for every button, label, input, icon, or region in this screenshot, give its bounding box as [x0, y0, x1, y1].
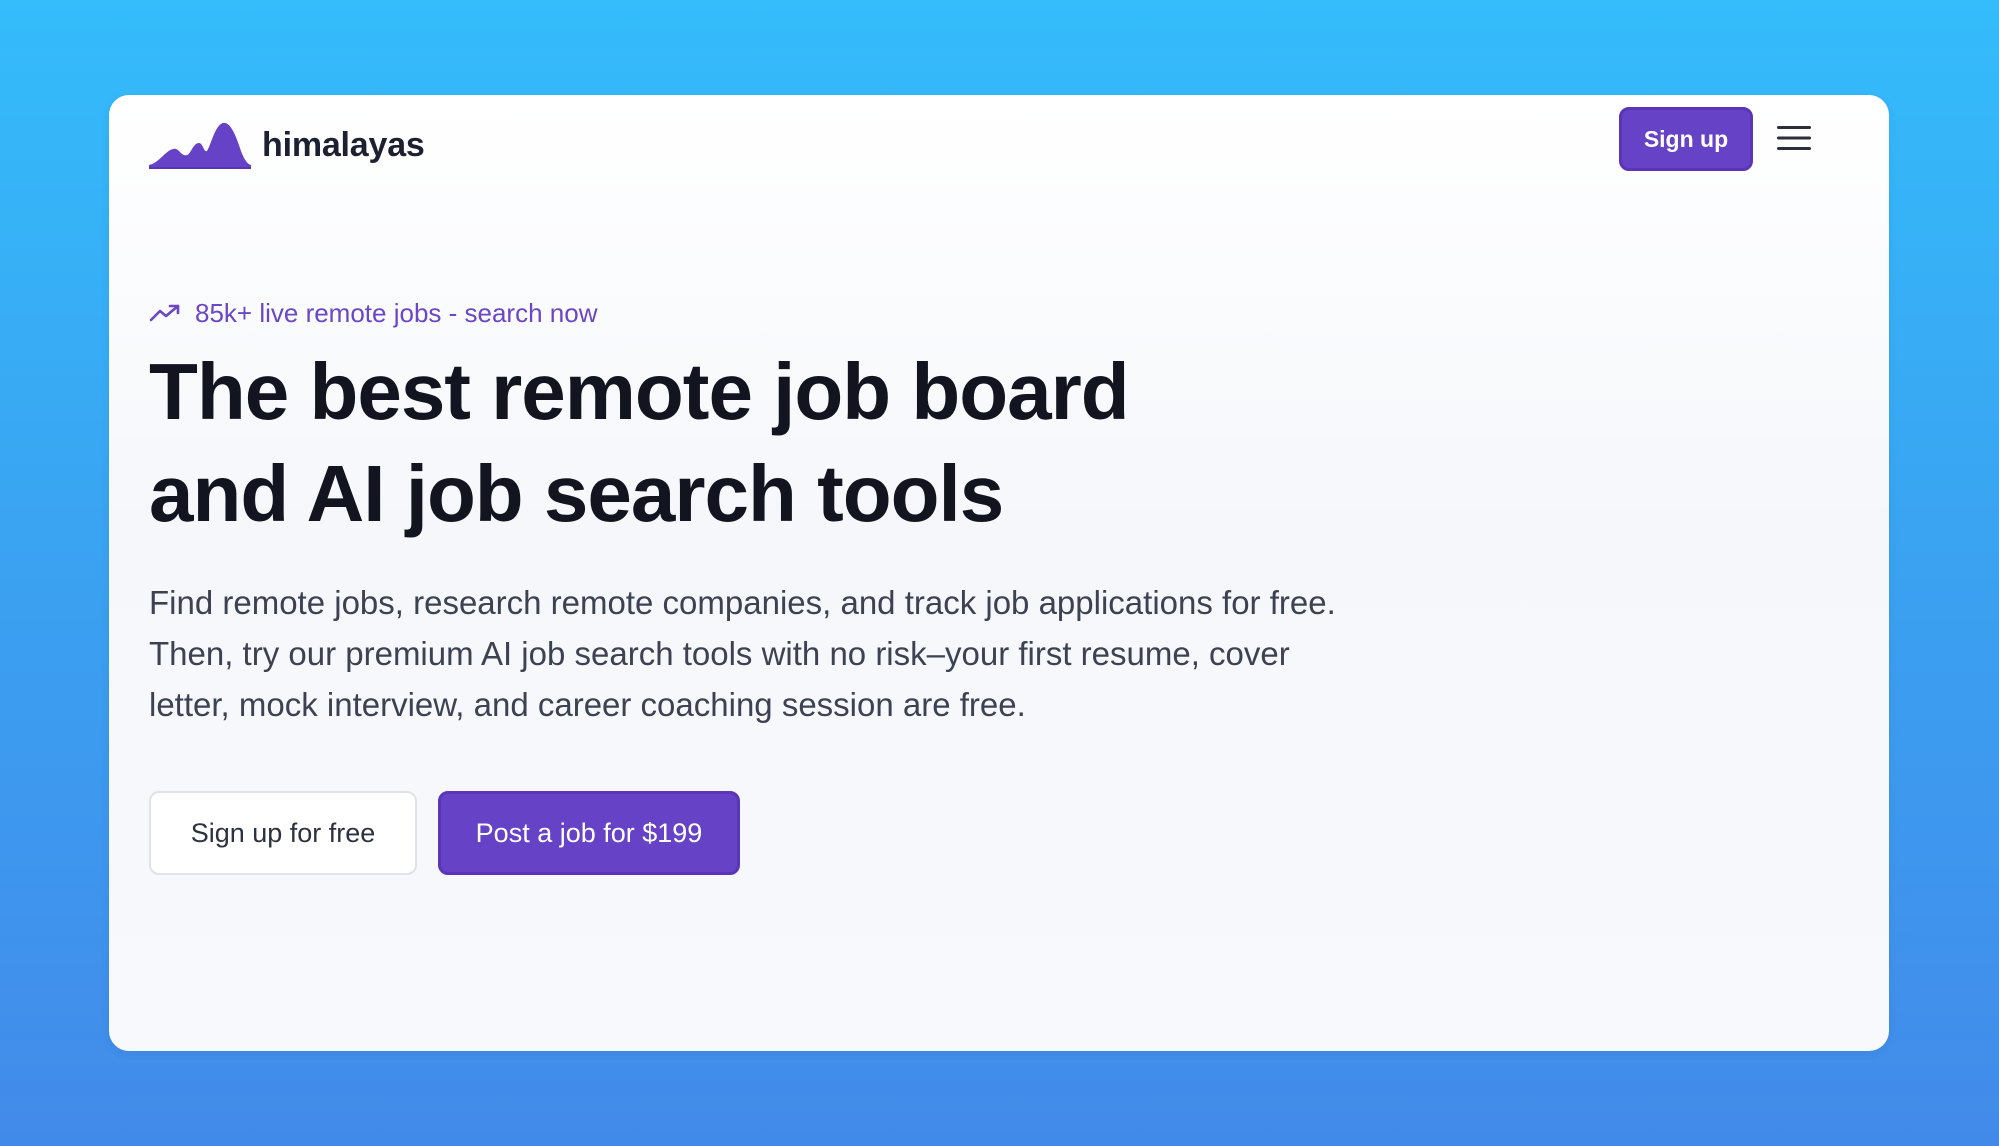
- brand-name: himalayas: [262, 125, 425, 164]
- description-line: Then, try our premium AI job search tool…: [149, 635, 1290, 672]
- cta-row: Sign up for free Post a job for $199: [149, 791, 740, 875]
- live-jobs-link[interactable]: 85k+ live remote jobs - search now: [149, 295, 1649, 331]
- headline-line: and AI job search tools: [149, 449, 1004, 538]
- mountain-logo-icon: [149, 122, 251, 169]
- brand-logo-link[interactable]: himalayas: [149, 115, 425, 175]
- menu-button[interactable]: [1775, 121, 1813, 155]
- hero-description: Find remote jobs, research remote compan…: [149, 577, 1549, 730]
- hero-section: 85k+ live remote jobs - search now The b…: [149, 295, 1649, 730]
- signup-free-button[interactable]: Sign up for free: [149, 791, 417, 875]
- live-jobs-text: 85k+ live remote jobs - search now: [195, 297, 598, 328]
- header-signup-button[interactable]: Sign up: [1619, 107, 1753, 171]
- post-job-button[interactable]: Post a job for $199: [438, 791, 740, 875]
- description-line: letter, mock interview, and career coach…: [149, 686, 1026, 723]
- headline-line: The best remote job board: [149, 347, 1130, 436]
- trending-up-icon: [149, 304, 180, 322]
- site-header: himalayas Sign up: [109, 95, 1889, 205]
- hamburger-menu-icon: [1777, 126, 1811, 150]
- hero-headline: The best remote job board and AI job sea…: [149, 341, 1649, 545]
- description-line: Find remote jobs, research remote compan…: [149, 584, 1336, 621]
- landing-card: himalayas Sign up 85k+ live remote jobs …: [109, 95, 1889, 1051]
